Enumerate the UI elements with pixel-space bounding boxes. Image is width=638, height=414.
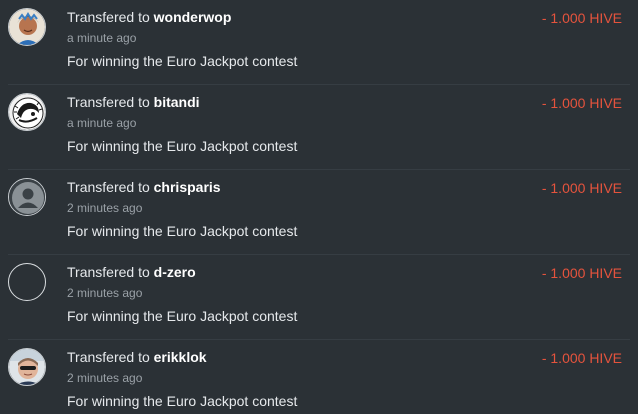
recipient-link[interactable]: chrisparis [154,179,221,195]
recipient-link[interactable]: d-zero [154,264,196,280]
transfer-row: Transfered to wonderwop a minute ago For… [0,0,638,85]
empty-avatar-icon[interactable] [8,263,46,301]
transfer-amount: - 1.000 HIVE [541,265,622,281]
transfer-title: Transfered to d-zero [67,263,196,281]
recipient-link[interactable]: wonderwop [154,9,232,25]
transfer-title: Transfered to bitandi [67,93,200,111]
bitandi-avatar-icon[interactable] [8,93,46,131]
transfer-title: Transfered to chrisparis [67,178,221,196]
transfer-row: Transfered to bitandi a minute ago For w… [0,85,638,170]
transfer-prefix: Transfered to [67,349,154,365]
recipient-link[interactable]: erikklok [154,349,207,365]
transfer-prefix: Transfered to [67,9,154,25]
transfer-row: Transfered to erikklok 2 minutes ago For… [0,340,638,414]
erikklok-avatar-icon[interactable] [8,348,46,386]
wonderwop-avatar-icon[interactable] [8,8,46,46]
transfer-time: 2 minutes ago [67,286,143,300]
transfer-memo: For winning the Euro Jackpot contest [67,308,298,324]
transfer-memo: For winning the Euro Jackpot contest [67,53,298,69]
recipient-link[interactable]: bitandi [154,94,200,110]
transfer-amount: - 1.000 HIVE [541,350,622,366]
transfer-row: Transfered to d-zero 2 minutes ago For w… [0,255,638,340]
transfer-amount: - 1.000 HIVE [541,180,622,196]
transfer-amount: - 1.000 HIVE [541,95,622,111]
transfer-row: Transfered to chrisparis 2 minutes ago F… [0,170,638,255]
transfer-history-list: Transfered to wonderwop a minute ago For… [0,0,638,414]
transfer-prefix: Transfered to [67,179,154,195]
transfer-prefix: Transfered to [67,94,154,110]
transfer-prefix: Transfered to [67,264,154,280]
transfer-title: Transfered to erikklok [67,348,207,366]
transfer-memo: For winning the Euro Jackpot contest [67,223,298,239]
transfer-time: 2 minutes ago [67,201,143,215]
transfer-time: a minute ago [67,116,137,130]
transfer-time: 2 minutes ago [67,371,143,385]
transfer-memo: For winning the Euro Jackpot contest [67,138,298,154]
transfer-amount: - 1.000 HIVE [541,10,622,26]
transfer-title: Transfered to wonderwop [67,8,231,26]
transfer-memo: For winning the Euro Jackpot contest [67,393,298,409]
default-user-avatar-icon[interactable] [8,178,46,216]
transfer-time: a minute ago [67,31,137,45]
